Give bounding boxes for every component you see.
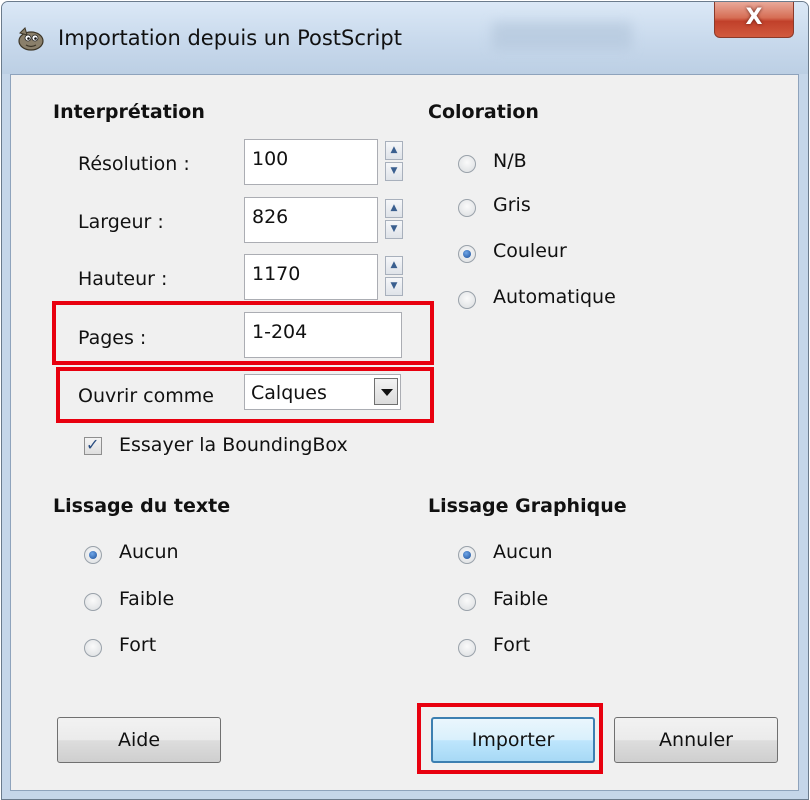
radio-gray[interactable] (458, 199, 476, 217)
resolution-input[interactable]: 100 (244, 139, 378, 185)
radio-bw[interactable] (458, 155, 476, 173)
spin-up-icon[interactable]: ▲ (385, 199, 403, 218)
width-label: Largeur : (78, 211, 164, 233)
width-spinner[interactable]: ▲ ▼ (385, 199, 403, 239)
radio-color[interactable] (458, 245, 476, 263)
radio-color-label[interactable]: Couleur (493, 240, 567, 262)
text-smoothing-heading: Lissage du texte (53, 495, 231, 517)
graphic-smoothing-low-label[interactable]: Faible (493, 588, 548, 610)
text-smoothing-high-radio[interactable] (84, 639, 102, 657)
height-label: Hauteur : (78, 268, 168, 290)
radio-automatic-label[interactable]: Automatique (493, 286, 616, 308)
spin-up-icon[interactable]: ▲ (385, 256, 403, 275)
width-input[interactable]: 826 (244, 197, 378, 243)
spin-down-icon[interactable]: ▼ (385, 277, 403, 296)
graphic-smoothing-none-label[interactable]: Aucun (493, 541, 553, 563)
import-highlight (417, 703, 603, 774)
window-title: Importation depuis un PostScript (58, 26, 402, 50)
spin-down-icon[interactable]: ▼ (385, 162, 403, 181)
close-icon: X (745, 5, 763, 30)
checkmark-icon: ✓ (86, 435, 100, 454)
radio-gray-label[interactable]: Gris (493, 194, 531, 216)
text-smoothing-high-label[interactable]: Fort (119, 634, 156, 656)
graphic-smoothing-high-label[interactable]: Fort (493, 634, 530, 656)
cancel-button[interactable]: Annuler (614, 717, 778, 763)
interpretation-heading: Interprétation (53, 101, 205, 123)
radio-automatic[interactable] (458, 291, 476, 309)
bounding-box-label[interactable]: Essayer la BoundingBox (119, 434, 348, 456)
resolution-label: Résolution : (78, 153, 190, 175)
dialog-window: Importation depuis un PostScript X Inter… (1, 1, 809, 800)
text-smoothing-low-radio[interactable] (84, 593, 102, 611)
dialog-content: Interprétation Résolution : 100 ▲ ▼ Larg… (10, 74, 799, 791)
help-button[interactable]: Aide (57, 717, 221, 763)
radio-bw-label[interactable]: N/B (493, 150, 527, 172)
title-bar[interactable]: Importation depuis un PostScript X (2, 2, 808, 74)
height-spinner[interactable]: ▲ ▼ (385, 256, 403, 296)
graphic-smoothing-none-radio[interactable] (458, 546, 476, 564)
pages-highlight (52, 301, 434, 365)
height-input[interactable]: 1170 (244, 254, 378, 300)
bounding-box-checkbox[interactable]: ✓ (84, 435, 102, 455)
graphic-smoothing-heading: Lissage Graphique (428, 495, 627, 517)
close-button[interactable]: X (714, 2, 794, 38)
open-as-highlight (56, 367, 434, 423)
graphic-smoothing-low-radio[interactable] (458, 593, 476, 611)
text-smoothing-none-radio[interactable] (84, 546, 102, 564)
text-smoothing-low-label[interactable]: Faible (119, 588, 174, 610)
graphic-smoothing-high-radio[interactable] (458, 639, 476, 657)
title-bar-background (492, 22, 632, 50)
gimp-icon (18, 27, 44, 51)
text-smoothing-none-label[interactable]: Aucun (119, 541, 179, 563)
spin-down-icon[interactable]: ▼ (385, 220, 403, 239)
coloration-heading: Coloration (428, 101, 539, 123)
resolution-spinner[interactable]: ▲ ▼ (385, 141, 403, 181)
spin-up-icon[interactable]: ▲ (385, 141, 403, 160)
